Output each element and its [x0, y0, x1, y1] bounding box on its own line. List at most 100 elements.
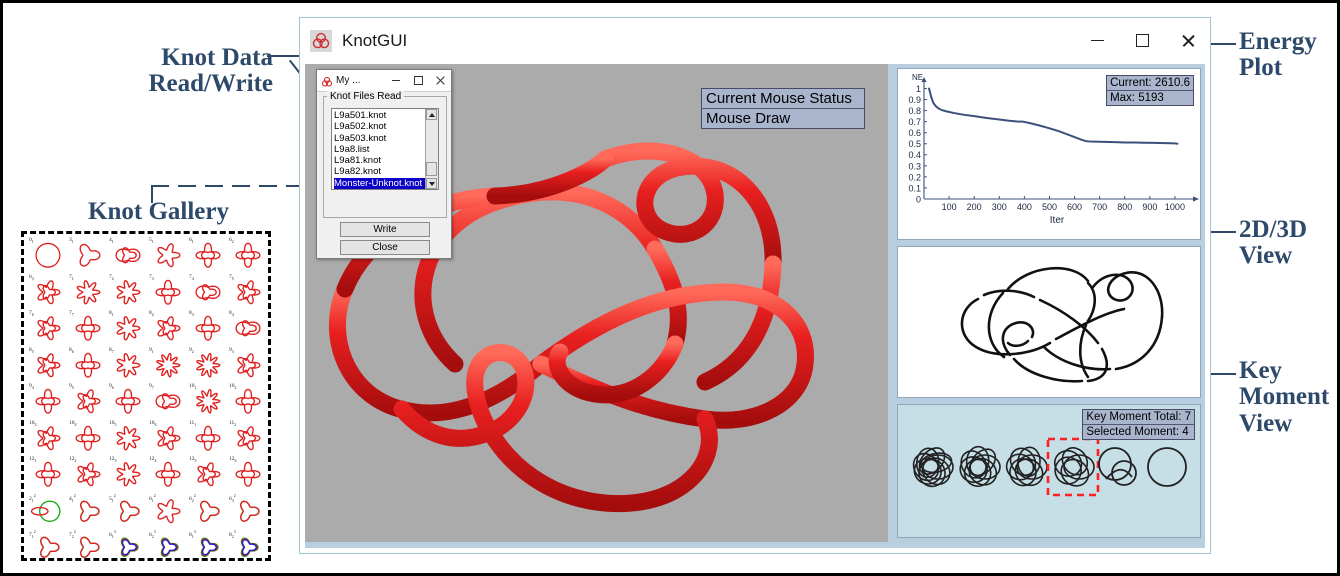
knot-gallery-item[interactable]: 87 [108, 347, 148, 384]
file-list-item[interactable]: Monster-Unknot.knot [334, 177, 425, 189]
knot-gallery-item[interactable]: 62 [228, 237, 268, 274]
write-button[interactable]: Write [340, 222, 430, 237]
knot-gallery-item[interactable]: 111 [188, 420, 228, 457]
key-moment-view-panel[interactable]: Key Moment Total: 7 Selected Moment: 4 [897, 404, 1201, 538]
knot-gallery-item[interactable]: 93 [228, 347, 268, 384]
knot-gallery-item[interactable]: 61 [188, 237, 228, 274]
file-list-item[interactable]: L9a82.knot [334, 166, 425, 177]
knot-gallery-item[interactable]: 813 [188, 529, 228, 566]
knot-gallery-item[interactable]: 95 [68, 383, 108, 420]
knot-gallery-item[interactable]: 105 [108, 420, 148, 457]
key-moment-thumbnail[interactable] [909, 443, 956, 490]
knot-gallery-item[interactable]: 102 [228, 383, 268, 420]
knot-gallery-item[interactable]: 71 [68, 274, 108, 311]
knot-gallery-item[interactable]: 722 [68, 529, 108, 566]
file-list-item[interactable]: L9a81.knot [334, 155, 425, 166]
knot-gallery-item[interactable]: 31 [68, 237, 108, 274]
knot-gallery-item-label: 61 [189, 237, 194, 245]
knot-gallery-item[interactable]: 83 [188, 310, 228, 347]
knot-files-listbox[interactable]: L9a501.knot L9a502.knot L9a503.knot L9a8.li… [331, 108, 439, 190]
knot-gallery-item[interactable]: 712 [28, 529, 68, 566]
dialog-title: My ... [336, 75, 361, 86]
file-list-item[interactable]: L9a501.knot [334, 110, 425, 121]
knot-gallery-item[interactable]: 122 [68, 456, 108, 493]
knot-gallery-item[interactable]: 101 [188, 383, 228, 420]
knot-gallery-diagram [37, 279, 61, 304]
list-scrollbar[interactable] [425, 109, 438, 189]
knot-gallery-item[interactable]: 94 [28, 383, 68, 420]
knot-gallery-item[interactable]: 622 [188, 493, 228, 530]
mouse-status-title: Current Mouse Status [702, 89, 864, 109]
minimize-icon [1091, 39, 1104, 42]
window-controls [1075, 18, 1210, 63]
knot-gallery-item[interactable]: 75 [228, 274, 268, 311]
dialog-close-button[interactable] [429, 71, 451, 91]
knot-gallery-item[interactable]: 823 [228, 529, 268, 566]
knot-gallery-item[interactable]: 77 [68, 310, 108, 347]
file-list-item[interactable]: L9a502.knot [334, 121, 425, 132]
knot-gallery-item[interactable]: 63 [28, 274, 68, 311]
key-moment-thumbnail[interactable] [1147, 447, 1187, 487]
close-dialog-button[interactable]: Close [340, 240, 430, 255]
annotation-knot-gallery: Knot Gallery [81, 198, 229, 225]
scrollbar-thumb[interactable] [426, 162, 437, 176]
knot-gallery-item[interactable]: 623 [148, 529, 188, 566]
knot-gallery-panel[interactable]: 01 31 41 51 61 62 63 71 72 73 74 75 76 77 81 82 83 84 85 86… [21, 231, 271, 561]
knot-gallery-item[interactable]: 121 [28, 456, 68, 493]
knot-gallery-item[interactable]: 81 [108, 310, 148, 347]
key-moment-thumbnail[interactable] [1051, 443, 1095, 491]
knot-gallery-item[interactable]: 41 [108, 237, 148, 274]
knot-gallery-item[interactable]: 76 [28, 310, 68, 347]
knot-gallery-item[interactable]: 01 [28, 237, 68, 274]
knot-gallery-item[interactable]: 72 [108, 274, 148, 311]
dialog-minimize-button[interactable] [385, 71, 407, 91]
knot-gallery-item[interactable]: 512 [108, 493, 148, 530]
knot-gallery-item[interactable]: 82 [148, 310, 188, 347]
knot-gallery-item[interactable]: 632 [228, 493, 268, 530]
minimize-button[interactable] [1075, 18, 1120, 63]
knot-gallery-item[interactable]: 85 [28, 347, 68, 384]
knot-files-list[interactable]: L9a501.knot L9a502.knot L9a503.knot L9a8.li… [332, 109, 425, 189]
file-list-item[interactable]: L9a8.list [334, 144, 425, 155]
knot-gallery-item[interactable]: 92 [188, 347, 228, 384]
scroll-down-button[interactable] [426, 178, 437, 189]
knot-gallery-item[interactable]: 126 [228, 456, 268, 493]
knot-2d3d-view-panel[interactable] [897, 246, 1201, 398]
knot-gallery-diagram [75, 352, 101, 378]
knot-gallery-item[interactable]: 123 [108, 456, 148, 493]
file-list-item[interactable]: L9a503.knot [334, 133, 425, 144]
dialog-maximize-button[interactable] [407, 71, 429, 91]
knot-gallery-item[interactable]: 613 [108, 529, 148, 566]
knot-gallery-item[interactable]: 97 [148, 383, 188, 420]
chevron-down-icon [428, 181, 435, 186]
knot-gallery-item[interactable]: 125 [188, 456, 228, 493]
maximize-button[interactable] [1120, 18, 1165, 63]
knot-gallery-item[interactable]: 106 [148, 420, 188, 457]
knot-gallery-item[interactable]: 74 [188, 274, 228, 311]
knot-gallery-item[interactable]: 124 [148, 456, 188, 493]
close-button[interactable] [1165, 18, 1210, 63]
knot-gallery-item[interactable]: 91 [148, 347, 188, 384]
knot-gallery-item[interactable]: 103 [28, 420, 68, 457]
knot-gallery-item-label: 111 [189, 419, 197, 427]
knot-gallery-item[interactable]: 51 [148, 237, 188, 274]
knot-gallery-diagram [196, 352, 221, 378]
knot-gallery-item[interactable]: 73 [148, 274, 188, 311]
knot-gallery-item[interactable]: 84 [228, 310, 268, 347]
knot-gallery-diagram [75, 315, 101, 341]
knot-gallery-item[interactable]: 86 [68, 347, 108, 384]
knot-gallery-item[interactable]: 96 [108, 383, 148, 420]
energy-plot-panel[interactable]: 0 0.1 0.2 0.3 0.4 0.5 0.6 0.7 0.8 0.9 1 100 200 300 40… [897, 68, 1201, 240]
knot-gallery-item[interactable]: 212 [28, 493, 68, 530]
key-moment-thumbnail[interactable] [1098, 447, 1137, 486]
knot-gallery-item[interactable]: 412 [68, 493, 108, 530]
key-moment-thumbnail[interactable] [956, 444, 1001, 490]
scroll-up-button[interactable] [426, 109, 437, 120]
knot-gallery-item-label: 412 [69, 492, 76, 503]
knot-files-dialog[interactable]: My ... Knot Files Read L9a501.knot L9a502… [316, 69, 452, 259]
annotation-line: Read/Write [148, 70, 273, 98]
key-moment-thumbnail[interactable] [1003, 444, 1048, 491]
knot-gallery-item[interactable]: 112 [228, 420, 268, 457]
knot-gallery-item[interactable]: 612 [148, 493, 188, 530]
knot-gallery-item[interactable]: 104 [68, 420, 108, 457]
